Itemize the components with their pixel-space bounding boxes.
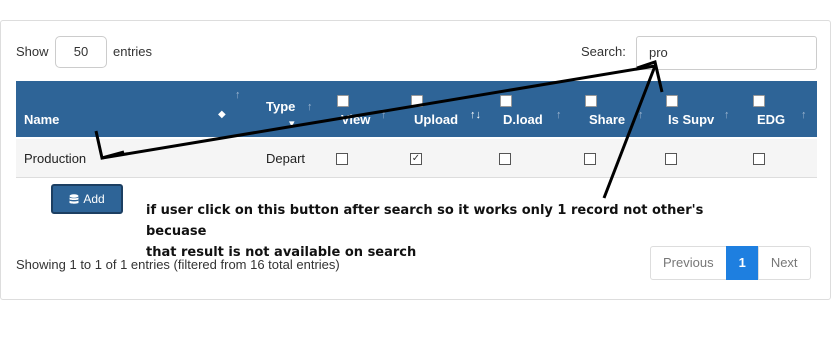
arrow-to-note xyxy=(602,65,657,199)
arrow-to-row xyxy=(101,64,656,160)
annotation-arrows xyxy=(94,60,664,199)
arrow-head-row xyxy=(94,130,125,160)
